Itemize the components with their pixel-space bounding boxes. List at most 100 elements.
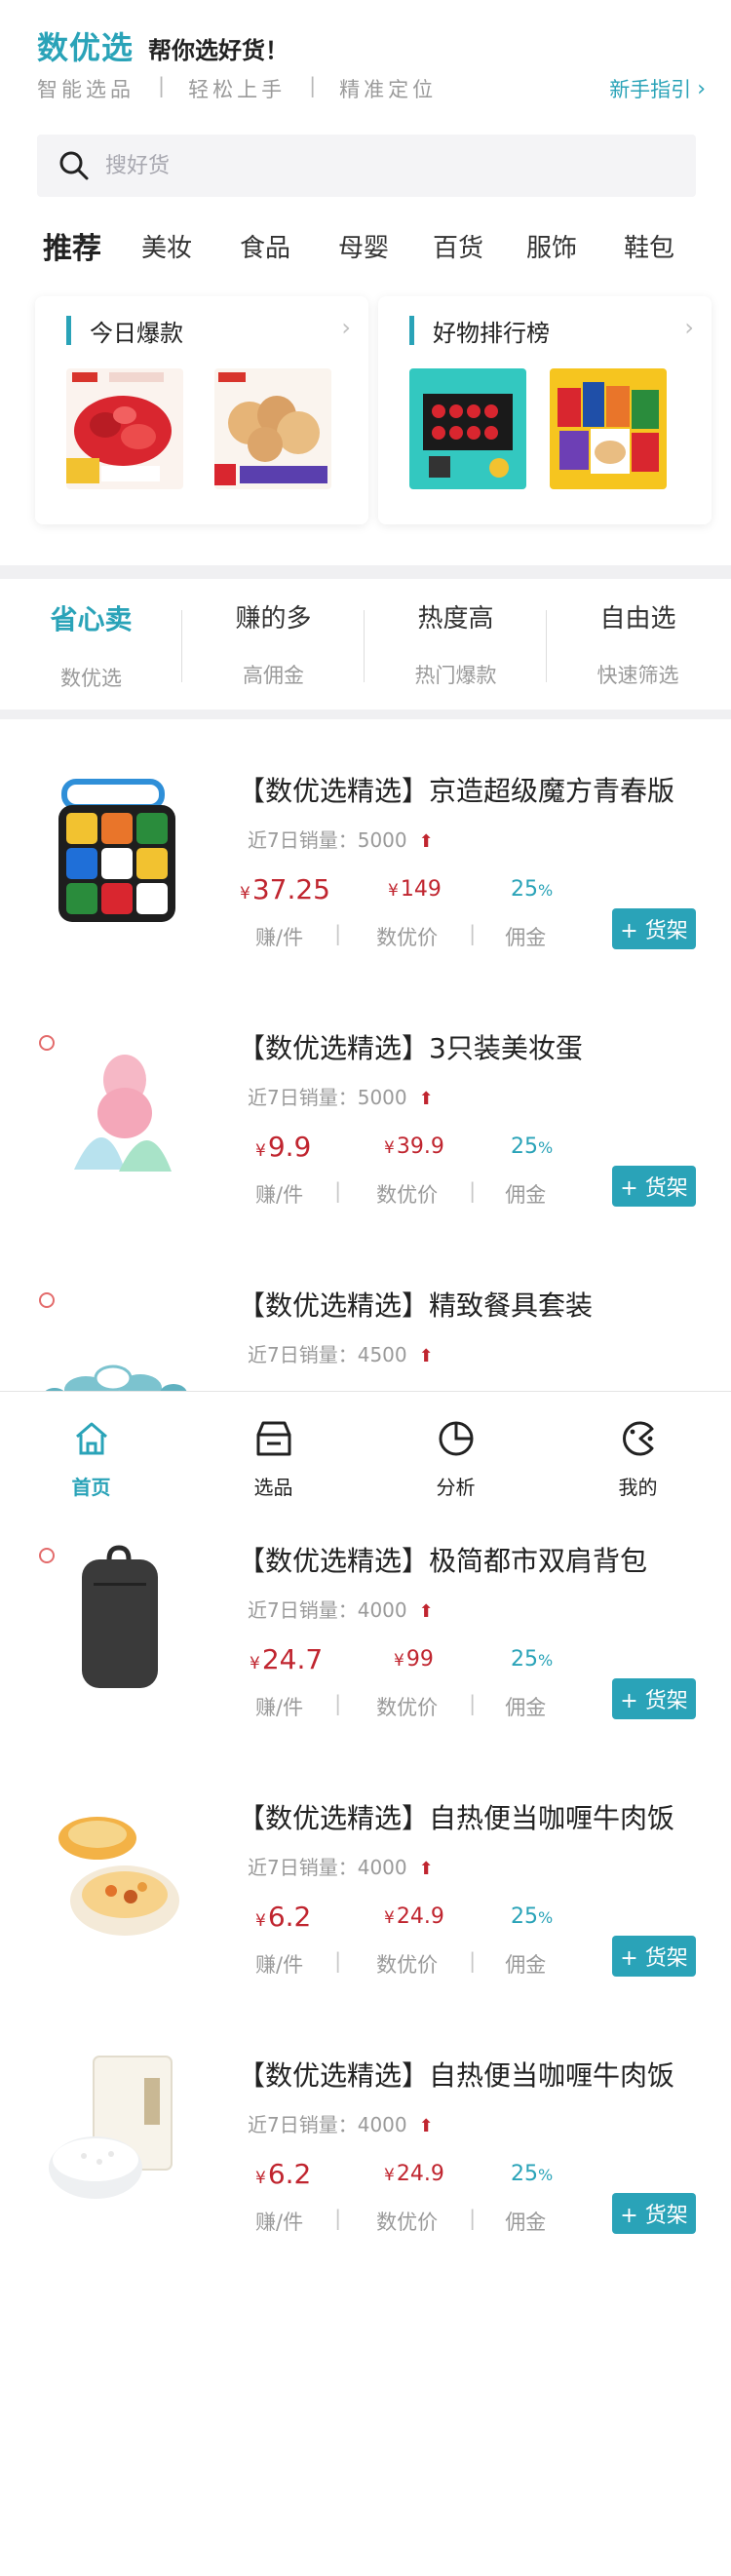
feature-separator: | <box>309 74 317 97</box>
sort-tab-title: 赚的多 <box>235 604 312 634</box>
earn-per-item: ¥6.2 <box>255 1901 312 1933</box>
nav-home[interactable]: 首页 <box>0 1392 182 1509</box>
add-to-shelf-button[interactable]: + 货架 <box>612 1678 696 1719</box>
product-sales: 近7日销量：4000 ⬆ <box>248 1598 434 1622</box>
section-divider <box>0 710 731 719</box>
trend-up-icon: ⬆ <box>418 1859 434 1879</box>
sort-tab-subtitle: 高佣金 <box>243 664 304 687</box>
tab-food[interactable]: 食品 <box>240 228 290 264</box>
search-icon <box>59 151 89 180</box>
shuyou-price: ¥149 <box>388 877 442 902</box>
category-tabs: 推荐 美妆 食品 母婴 百货 服饰 鞋包 <box>0 218 731 273</box>
product-sales: 近7日销量：4500 ⬆ <box>248 1343 434 1366</box>
shuyou-price: ¥99 <box>394 1647 434 1672</box>
metric-labels: 赚/件 | 数优价 | 佣金 <box>255 1179 547 1207</box>
sort-tab-subtitle: 快速筛选 <box>596 664 679 687</box>
card-accent-bar <box>66 316 71 345</box>
list-item[interactable]: 【数优选精选】自热便当咖喱牛肉饭 近7日销量：4000 ⬆ ¥6.2 ¥24.9 … <box>0 2019 731 2244</box>
strawberry-snack-image <box>66 368 183 489</box>
add-to-shelf-button[interactable]: + 货架 <box>612 1166 696 1207</box>
card-accent-bar <box>409 316 414 345</box>
sort-tab-easy-sell[interactable]: 省心卖 数优选 <box>0 581 182 698</box>
nav-label: 我的 <box>618 1476 658 1499</box>
earn-per-item: ¥37.25 <box>240 873 330 905</box>
magic-cube-image <box>58 779 175 922</box>
list-item[interactable]: 【数优选精选】3只装美妆蛋 近7日销量：5000 ⬆ ¥9.9 ¥39.9 25%… <box>0 992 731 1216</box>
product-title: 【数优选精选】自热便当咖喱牛肉饭 <box>238 2059 675 2092</box>
add-to-shelf-button[interactable]: + 货架 <box>612 1936 696 1977</box>
product-thumbnail[interactable] <box>66 368 183 489</box>
shuyou-price: ¥24.9 <box>384 1904 444 1929</box>
sort-tab-title: 省心卖 <box>50 603 133 635</box>
chevron-right-icon: › <box>341 314 351 341</box>
add-to-shelf-button[interactable]: + 货架 <box>612 2193 696 2234</box>
shuyou-price: ¥24.9 <box>384 2162 444 2186</box>
guide-link[interactable]: 新手指引 › <box>609 74 706 103</box>
add-to-shelf-button[interactable]: + 货架 <box>612 908 696 949</box>
nav-label: 首页 <box>71 1476 111 1499</box>
feature-separator: | <box>158 74 166 97</box>
tab-shoes-bags[interactable]: 鞋包 <box>624 228 674 264</box>
home-icon <box>76 1422 107 1455</box>
product-title: 【数优选精选】京造超级魔方青春版 <box>238 775 675 807</box>
earn-per-item: ¥6.2 <box>255 2158 312 2190</box>
guide-label: 新手指引 <box>609 78 692 101</box>
tab-general[interactable]: 百货 <box>433 228 483 264</box>
feature-list: 智能选品 | 轻松上手 | 精准定位 <box>37 74 437 103</box>
sort-tab-free-choice[interactable]: 自由选 快速筛选 <box>547 581 729 698</box>
self-heating-rice-image <box>58 1817 179 1936</box>
promo-card-today-hot[interactable]: 今日爆款 › <box>35 296 368 524</box>
product-thumbnail[interactable] <box>409 368 526 489</box>
promo-card-ranking[interactable]: 好物排行榜 › <box>378 296 712 524</box>
tab-baby[interactable]: 母婴 <box>338 228 389 264</box>
shuyou-price: ¥39.9 <box>384 1134 444 1159</box>
trend-up-icon: ⬆ <box>418 1089 434 1109</box>
metric-labels: 赚/件 | 数优价 | 佣金 <box>255 922 547 949</box>
pie-chart-icon <box>439 1421 474 1456</box>
tab-recommend[interactable]: 推荐 <box>43 224 101 267</box>
product-title: 【数优选精选】3只装美妆蛋 <box>238 1032 583 1064</box>
nav-select[interactable]: 选品 <box>182 1392 365 1509</box>
nav-profile[interactable]: 我的 <box>547 1392 729 1509</box>
chevron-right-icon: › <box>684 314 694 341</box>
search-input[interactable] <box>105 153 651 178</box>
list-item[interactable]: 【数优选精选】京造超级魔方青春版 近7日销量：5000 ⬆ ¥37.25 ¥149… <box>0 735 731 959</box>
product-sales: 近7日销量：5000 ⬆ <box>248 828 434 852</box>
product-thumbnail[interactable] <box>550 368 667 489</box>
card-title: 今日爆款 <box>90 320 183 347</box>
profile-icon <box>623 1421 654 1456</box>
product-sales: 近7日销量：4000 ⬆ <box>248 1856 434 1879</box>
sort-tab-popular[interactable]: 热度高 热门爆款 <box>365 581 547 698</box>
feature-item: 精准定位 <box>339 78 438 101</box>
product-sales: 近7日销量：5000 ⬆ <box>248 1086 434 1109</box>
list-item[interactable]: 【数优选精选】极简都市双肩背包 近7日销量：4000 ⬆ ¥24.7 ¥99 25… <box>0 1505 731 1729</box>
sort-tab-subtitle: 热门爆款 <box>414 664 497 687</box>
list-item[interactable]: 【数优选精选】精致餐具套装 近7日销量：4500 ⬆ <box>0 1250 731 1391</box>
biscuit-snack-image <box>214 368 331 489</box>
feature-item: 智能选品 <box>37 78 135 101</box>
commission-rate: 25% <box>511 1904 554 1929</box>
nav-analysis[interactable]: 分析 <box>365 1392 547 1509</box>
product-thumbnail[interactable] <box>214 368 331 489</box>
trend-up-icon: ⬆ <box>418 1601 434 1622</box>
product-title: 【数优选精选】精致餐具套装 <box>238 1289 594 1322</box>
commission-rate: 25% <box>511 877 554 902</box>
trend-up-icon: ⬆ <box>418 2116 434 2136</box>
product-sales: 近7日销量：4000 ⬆ <box>248 2113 434 2136</box>
product-title: 【数优选精选】极简都市双肩背包 <box>238 1545 648 1577</box>
trend-up-icon: ⬆ <box>418 1346 434 1366</box>
sort-tab-earn-more[interactable]: 赚的多 高佣金 <box>182 581 365 698</box>
search-bar[interactable] <box>37 135 696 197</box>
tea-gift-box-image <box>409 368 526 489</box>
tableware-set-image <box>39 1292 187 1391</box>
app-brand: 数优选 <box>37 29 135 66</box>
feature-item: 轻松上手 <box>188 78 287 101</box>
nav-label: 分析 <box>436 1476 476 1499</box>
box-icon <box>256 1421 291 1456</box>
tab-beauty[interactable]: 美妆 <box>141 228 192 264</box>
list-item[interactable]: 【数优选精选】自热便当咖喱牛肉饭 近7日销量：4000 ⬆ ¥6.2 ¥24.9 … <box>0 1762 731 1986</box>
metric-labels: 赚/件 | 数优价 | 佣金 <box>255 2207 547 2234</box>
earn-per-item: ¥24.7 <box>250 1643 324 1675</box>
tab-clothing[interactable]: 服饰 <box>526 228 577 264</box>
sort-tab-title: 热度高 <box>417 604 494 634</box>
